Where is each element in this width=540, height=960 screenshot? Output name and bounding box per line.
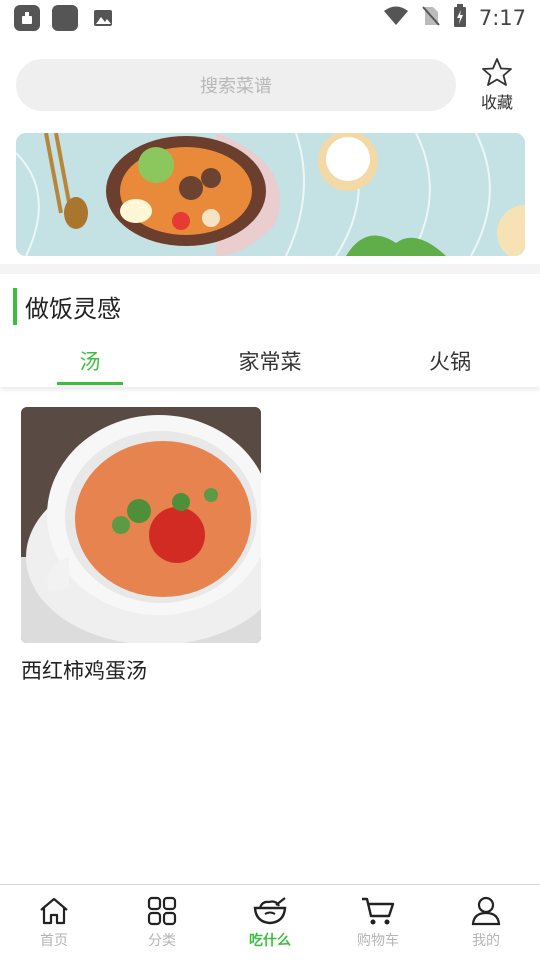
- search-input[interactable]: 搜索菜谱: [16, 59, 456, 111]
- nav-label: 首页: [40, 932, 68, 949]
- star-icon: [482, 58, 512, 86]
- recipe-title: 西红柿鸡蛋汤: [21, 659, 147, 683]
- tab-label: 家常菜: [238, 350, 302, 374]
- nav-label: 我的: [472, 932, 500, 949]
- cart-icon: [362, 897, 395, 924]
- notification-app-icon: [14, 5, 40, 31]
- wifi-icon: [383, 5, 409, 32]
- nav-profile[interactable]: 我的: [432, 885, 540, 960]
- banner-image[interactable]: [16, 133, 525, 256]
- nav-label: 吃什么: [249, 932, 291, 949]
- bottom-navigation: 首页 分类 吃什么 购物车 我的: [0, 884, 540, 960]
- section-header: 做饭灵感: [13, 288, 121, 325]
- section-divider: [0, 264, 540, 274]
- nav-category[interactable]: 分类: [108, 885, 216, 960]
- tab-active-indicator: [57, 382, 123, 385]
- recipe-image: [21, 407, 261, 643]
- nav-label: 购物车: [357, 932, 399, 949]
- grid-icon: [147, 896, 177, 925]
- battery-charging-icon: [453, 3, 467, 33]
- section-accent-bar: [13, 288, 17, 325]
- favorites-button[interactable]: 收藏: [470, 57, 524, 113]
- tab-soup[interactable]: 汤: [0, 335, 180, 387]
- nav-what-to-eat[interactable]: 吃什么: [216, 885, 324, 960]
- status-notifications: [14, 5, 116, 31]
- image-icon: [90, 5, 116, 31]
- recipe-card[interactable]: 西红柿鸡蛋汤: [21, 407, 261, 685]
- bowl-icon: [253, 896, 287, 924]
- no-sim-icon: [421, 5, 441, 32]
- category-tabs: 汤 家常菜 火锅: [0, 335, 540, 387]
- favorites-label: 收藏: [480, 93, 513, 112]
- home-icon: [40, 897, 68, 924]
- header: 搜索菜谱 收藏: [16, 54, 524, 116]
- status-system: 7:17: [383, 3, 526, 33]
- section-title: 做饭灵感: [25, 295, 121, 323]
- user-icon: [471, 896, 501, 925]
- nav-label: 分类: [148, 932, 176, 949]
- status-time: 7:17: [478, 6, 526, 30]
- nav-home[interactable]: 首页: [0, 885, 108, 960]
- tab-label: 火锅: [429, 350, 471, 374]
- status-bar: 7:17: [0, 0, 540, 36]
- tab-home-cooking[interactable]: 家常菜: [180, 335, 360, 387]
- app-screen: 7:17 搜索菜谱 收藏 做饭灵感 汤 家常菜 火锅 西红柿鸡蛋汤 首页 分类 …: [0, 0, 540, 960]
- nav-cart[interactable]: 购物车: [324, 885, 432, 960]
- tab-label: 汤: [79, 350, 101, 374]
- notification-square-icon: [52, 5, 78, 31]
- tab-hotpot[interactable]: 火锅: [360, 335, 540, 387]
